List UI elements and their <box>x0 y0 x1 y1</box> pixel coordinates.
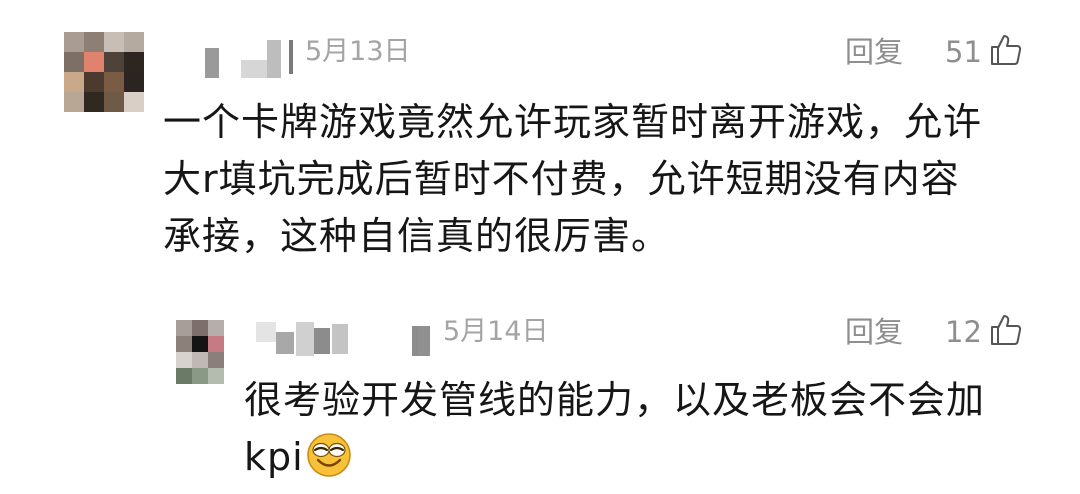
username-blurred[interactable] <box>205 38 295 82</box>
comment-line: 一个卡牌游戏竟然允许玩家暂时离开游戏，允许 <box>163 100 983 144</box>
comment-line: kpi <box>244 435 304 479</box>
comment-thread: 5月13日 回复 51 一个卡牌游戏竟然允许玩家暂时离开游戏，允许 大r填坑完成… <box>0 0 1080 494</box>
avatar[interactable] <box>64 32 144 112</box>
grinning-squinting-emoji-icon <box>306 432 352 478</box>
like-count: 51 <box>945 35 982 69</box>
reply-button[interactable]: 回复 <box>845 316 903 348</box>
thumbs-up-icon[interactable] <box>990 313 1022 347</box>
like-count: 12 <box>945 315 982 349</box>
comment-date: 5月14日 <box>443 316 549 347</box>
comment-line: 大r填坑完成后暂时不付费，允许短期没有内容 <box>163 157 960 201</box>
username-blurred-fragment <box>418 326 430 356</box>
thumbs-up-icon[interactable] <box>990 33 1022 67</box>
comment-line: 承接，这种自信真的很厉害。 <box>163 214 671 258</box>
comment-body: 一个卡牌游戏竟然允许玩家暂时离开游戏，允许 大r填坑完成后暂时不付费，允许短期没… <box>163 94 982 265</box>
reply-button[interactable]: 回复 <box>845 36 903 68</box>
comment-body: 很考验开发管线的能力，以及老板会不会加 kpi <box>244 372 985 486</box>
comment-line-with-emoji: kpi <box>244 429 985 486</box>
avatar[interactable] <box>176 320 224 384</box>
username-blurred[interactable] <box>256 318 424 362</box>
comment-line: 很考验开发管线的能力，以及老板会不会加 <box>244 378 986 422</box>
comment-date: 5月13日 <box>305 36 411 67</box>
